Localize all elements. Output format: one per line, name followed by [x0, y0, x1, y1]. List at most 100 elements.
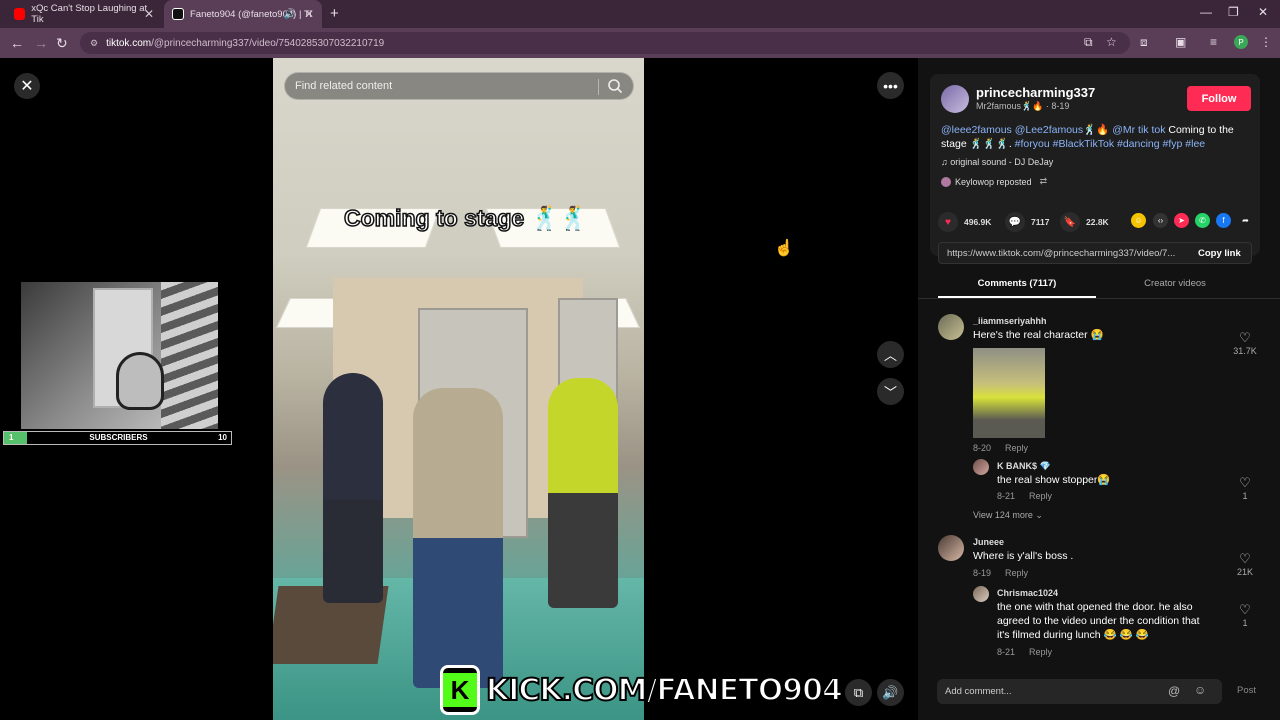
- subscriber-goal-bar: 1 SUBSCRIBERS 10: [3, 431, 232, 445]
- mouse-cursor-icon: ☝: [774, 240, 794, 257]
- ellipsis-icon: •••: [883, 77, 898, 94]
- comment-username[interactable]: _iiammseriyahhh: [973, 316, 1047, 326]
- comment-like-button[interactable]: ♡ 1: [1230, 475, 1260, 501]
- comment-date: 8-21: [997, 647, 1016, 657]
- commenter-avatar[interactable]: [973, 459, 989, 475]
- profile-avatar[interactable]: P: [1234, 35, 1248, 49]
- url-field[interactable]: ⚙ tiktok.com/@princecharming337/video/75…: [80, 32, 1130, 54]
- commenter-avatar[interactable]: [938, 535, 964, 561]
- tab-search-icon[interactable]: ▣: [1175, 35, 1186, 49]
- comment-username[interactable]: Chrismac1024: [997, 588, 1058, 598]
- facebook-icon[interactable]: f: [1216, 213, 1231, 228]
- search-placeholder: Find related content: [295, 80, 393, 92]
- back-icon[interactable]: ←: [10, 35, 24, 51]
- bookmark-icon: 🔖: [1060, 212, 1080, 232]
- music-link[interactable]: ♫ original sound - DJ DeJay: [941, 157, 1053, 167]
- embed-icon[interactable]: ‹›: [1153, 213, 1168, 228]
- save-count: 22.8K: [1086, 217, 1109, 227]
- comment-button[interactable]: 💬 7117: [1005, 212, 1049, 232]
- caption-mentions[interactable]: @leee2famous @Lee2famous🕺🔥 @Mr tik tok: [941, 124, 1165, 136]
- kick-url: KICK.COM/FANETO904: [485, 672, 844, 709]
- subs-label: SUBSCRIBERS: [89, 433, 148, 442]
- tab-tiktok[interactable]: Faneto904 (@faneto904) | Ti 🔊 ✕: [164, 0, 322, 28]
- search-icon[interactable]: [607, 78, 623, 94]
- like-count: 496.9K: [964, 217, 992, 227]
- tab-comments[interactable]: Comments (7117): [938, 278, 1096, 289]
- find-related-search-input[interactable]: Find related content: [284, 72, 634, 100]
- window-close-icon[interactable]: ✕: [1258, 5, 1268, 19]
- follow-button[interactable]: Follow: [1187, 86, 1251, 111]
- minimize-icon[interactable]: —: [1200, 5, 1212, 19]
- media-control-icon[interactable]: ≡: [1210, 35, 1217, 49]
- speaker-icon: 🔊: [882, 684, 899, 700]
- comment-username[interactable]: Juneee: [973, 537, 1004, 547]
- comment-count: 7117: [1031, 217, 1050, 227]
- comment-text: the real show stopper😭: [997, 474, 1111, 486]
- comment-text: agreed to the video under the condition …: [997, 615, 1200, 627]
- speaker-icon[interactable]: 🔊: [284, 9, 296, 20]
- view-more-replies[interactable]: View 124 more ⌄: [973, 510, 1043, 521]
- emoji-icon[interactable]: ☺: [1194, 683, 1206, 697]
- author-name[interactable]: princecharming337: [976, 85, 1095, 100]
- comment-like-button[interactable]: ♡ 21K: [1230, 551, 1260, 577]
- comment-like-count: 31.7K: [1233, 346, 1257, 356]
- save-button[interactable]: 🔖 22.8K: [1060, 212, 1109, 232]
- subs-goal: 10: [218, 433, 227, 442]
- reply-button[interactable]: Reply: [1029, 491, 1052, 501]
- kick-logo-icon: K: [440, 665, 480, 715]
- coin-icon[interactable]: ☺: [1131, 213, 1146, 228]
- kick-logo-letter: K: [443, 673, 477, 707]
- author-avatar[interactable]: [941, 85, 969, 113]
- chevron-up-icon: ︿: [883, 348, 897, 363]
- close-video-button[interactable]: ✕: [14, 73, 40, 99]
- menu-icon[interactable]: ⋮: [1260, 35, 1272, 49]
- comment-image[interactable]: [973, 348, 1045, 438]
- tab-youtube[interactable]: xQc Can't Stop Laughing at Tik ✕: [6, 0, 162, 28]
- reload-icon[interactable]: ↻: [56, 35, 68, 52]
- share-icon[interactable]: ➦: [1238, 213, 1253, 228]
- commenter-avatar[interactable]: [938, 314, 964, 340]
- copy-link-button[interactable]: Copy link: [1198, 248, 1241, 259]
- new-tab-icon[interactable]: +: [330, 5, 339, 22]
- comment-like-button[interactable]: ♡ 1: [1230, 602, 1260, 628]
- pip-button[interactable]: ⧉: [845, 679, 872, 706]
- next-video-button[interactable]: ﹀: [877, 378, 904, 405]
- comment-username[interactable]: K BANK$ 💎: [997, 461, 1051, 472]
- send-icon[interactable]: ➤: [1174, 213, 1189, 228]
- url-path: /@princecharming337/video/75402853070322…: [151, 37, 385, 49]
- repost-text: Keylowop reposted: [955, 176, 1032, 187]
- reply-button[interactable]: Reply: [1029, 647, 1052, 657]
- mention-icon[interactable]: @: [1168, 684, 1180, 698]
- close-icon[interactable]: ✕: [304, 7, 314, 21]
- comment-meta: 8-19 Reply: [973, 568, 1028, 578]
- tab-creator-videos[interactable]: Creator videos: [1096, 278, 1254, 289]
- forward-icon[interactable]: →: [34, 35, 48, 51]
- comment-like-button[interactable]: ♡ 31.7K: [1230, 330, 1260, 356]
- heart-outline-icon: ♡: [1239, 475, 1251, 490]
- whatsapp-icon[interactable]: ✆: [1195, 213, 1210, 228]
- restore-icon[interactable]: ❐: [1228, 5, 1239, 19]
- bookmark-star-icon[interactable]: ☆: [1106, 35, 1117, 49]
- previous-video-button[interactable]: ︿: [877, 341, 904, 368]
- more-options-button[interactable]: •••: [877, 72, 904, 99]
- close-icon[interactable]: ✕: [144, 7, 154, 21]
- post-comment-button[interactable]: Post: [1237, 685, 1256, 696]
- cam-flag: [161, 282, 218, 429]
- reply-button[interactable]: Reply: [1005, 568, 1028, 578]
- install-app-icon[interactable]: ⧉: [1084, 35, 1093, 50]
- like-button[interactable]: ♥ 496.9K: [938, 212, 991, 232]
- reply-button[interactable]: Reply: [1005, 443, 1028, 453]
- tab-title: xQc Can't Stop Laughing at Tik: [31, 3, 148, 25]
- extensions-icon[interactable]: ⧈: [1140, 35, 1148, 50]
- tiktok-icon: [172, 8, 184, 20]
- browser-tab-bar: xQc Can't Stop Laughing at Tik ✕ Faneto9…: [0, 0, 1280, 28]
- volume-button[interactable]: 🔊: [877, 679, 904, 706]
- caption-hashtags[interactable]: #foryou #BlackTikTok #dancing #fyp #lee: [1015, 138, 1205, 150]
- video-player[interactable]: [273, 58, 644, 720]
- close-icon: ✕: [20, 78, 34, 95]
- post-caption: @leee2famous @Lee2famous🕺🔥 @Mr tik tok C…: [941, 123, 1253, 151]
- site-info-icon[interactable]: ⚙: [90, 38, 98, 49]
- commenter-avatar[interactable]: [973, 586, 989, 602]
- reposter-avatar: [941, 176, 951, 187]
- comment-like-count: 21K: [1236, 567, 1253, 577]
